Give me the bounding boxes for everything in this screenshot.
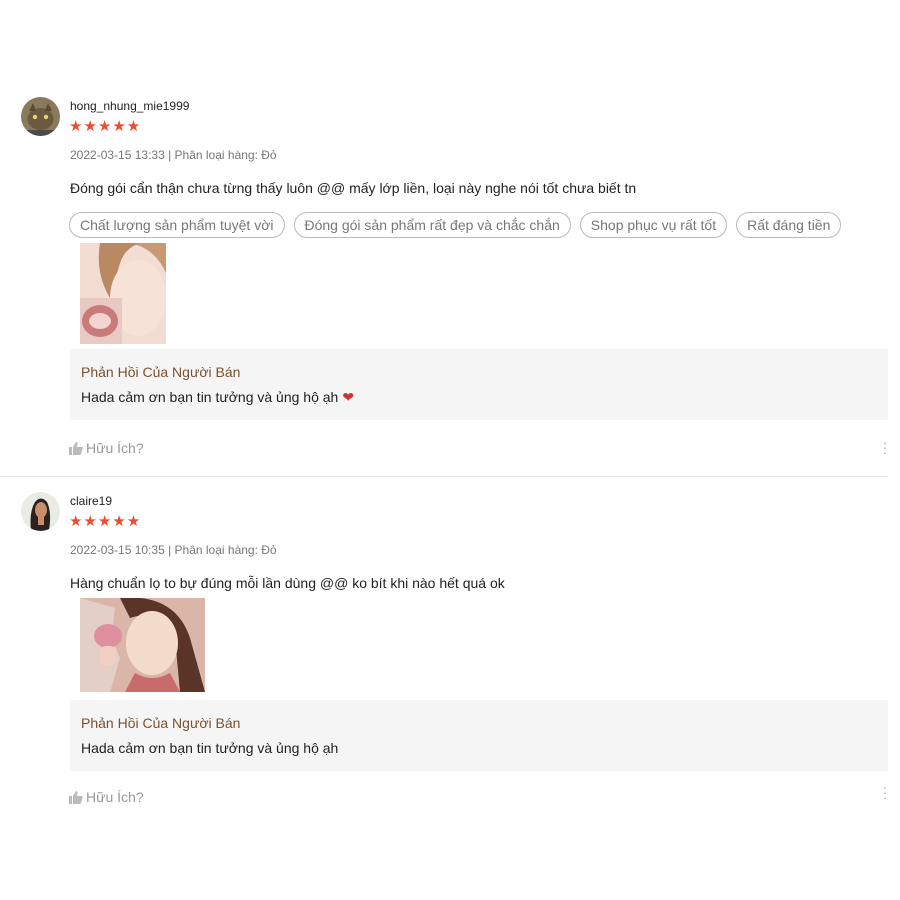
reply-text: Hada cảm ơn bạn tin tưởng và ủng hộ ạh ❤ — [81, 389, 354, 406]
more-vertical-icon[interactable]: · · · — [880, 435, 890, 459]
review-tag: Rất đáng tiền — [736, 212, 842, 238]
review-meta: 2022-03-15 13:33 | Phân loại hàng: Đỏ — [70, 148, 277, 162]
avatar[interactable] — [21, 97, 60, 136]
review-tag: Shop phục vụ rất tốt — [579, 212, 728, 238]
heart-icon: ❤ — [342, 389, 355, 405]
reply-title: Phản Hồi Của Người Bán — [81, 364, 241, 380]
thumbs-up-icon — [69, 790, 83, 804]
username[interactable]: claire19 — [70, 494, 112, 508]
thumbs-up-icon — [69, 441, 83, 455]
review-photo[interactable] — [80, 598, 205, 692]
helpful-button[interactable]: Hữu Ích? — [69, 440, 144, 456]
username[interactable]: hong_nhung_mie1999 — [70, 99, 189, 113]
reply-text-content: Hada cảm ơn bạn tin tưởng và ủng hộ ạh — [81, 389, 339, 405]
star-rating: ★★★★★ — [69, 118, 142, 135]
reply-text: Hada cảm ơn bạn tin tưởng và ủng hộ ạh — [81, 740, 339, 756]
seller-reply: Phản Hồi Của Người Bán Hada cảm ơn bạn t… — [70, 349, 888, 420]
review-meta: 2022-03-15 10:35 | Phân loại hàng: Đỏ — [70, 543, 277, 557]
helpful-label: Hữu Ích? — [86, 789, 144, 805]
review-photo[interactable] — [80, 243, 166, 344]
review-divider — [0, 476, 888, 477]
review-comment: Đóng gói cẩn thận chưa từng thấy luôn @@… — [70, 180, 637, 196]
more-vertical-icon[interactable]: · · · — [880, 780, 890, 804]
reply-title: Phản Hồi Của Người Bán — [81, 715, 241, 731]
review-comment: Hàng chuẩn lọ to bự đúng mỗi lần dùng @@… — [70, 575, 505, 591]
helpful-button[interactable]: Hữu Ích? — [69, 789, 144, 805]
review-tag: Chất lượng sản phẩm tuyệt vời — [69, 212, 285, 238]
review-tags: Chất lượng sản phẩm tuyệt vời Đóng gói s… — [69, 212, 842, 238]
avatar[interactable] — [21, 492, 60, 531]
review-tag: Đóng gói sản phẩm rất đẹp và chắc chắn — [293, 212, 571, 238]
seller-reply: Phản Hồi Của Người Bán Hada cảm ơn bạn t… — [70, 700, 888, 771]
helpful-label: Hữu Ích? — [86, 440, 144, 456]
star-rating: ★★★★★ — [69, 513, 142, 530]
